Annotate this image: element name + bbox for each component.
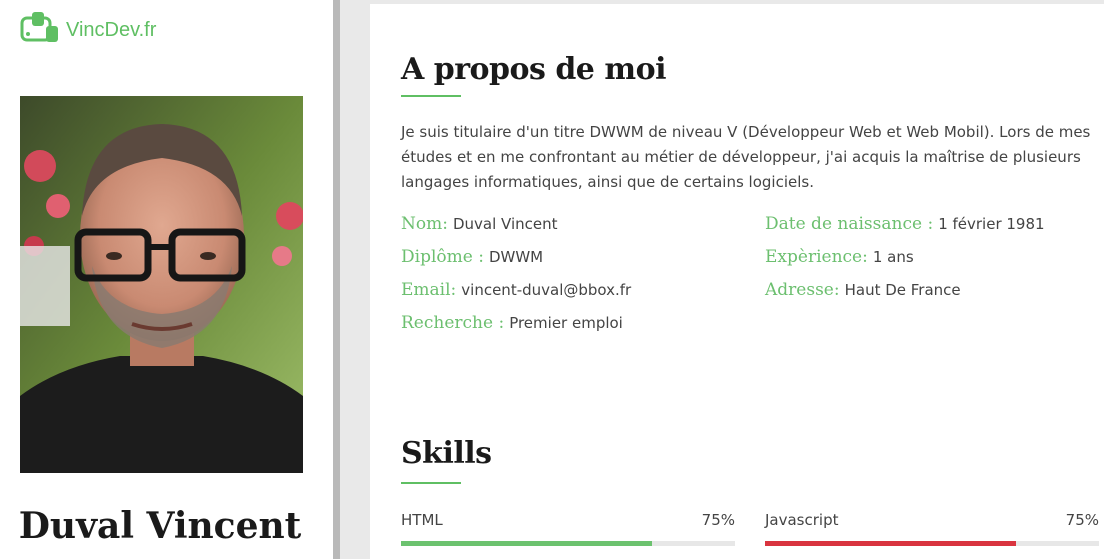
- skill-percent: 75%: [701, 511, 735, 529]
- info-email: Email: vincent-duval@bbox.fr: [401, 280, 631, 300]
- about-title-underline: [401, 95, 461, 97]
- skill-progress-track: [401, 541, 735, 546]
- sidebar: VincDev.fr Duval Vincent: [0, 0, 333, 559]
- content-gutter: [340, 0, 370, 559]
- info-value: Premier emploi: [509, 314, 623, 332]
- info-search: Recherche : Premier emploi: [401, 313, 623, 333]
- logo-text: VincDev.fr: [66, 18, 157, 41]
- about-title: A propos de moi: [401, 52, 667, 87]
- skill-name: Javascript: [765, 511, 839, 529]
- main-content: A propos de moi Je suis titulaire d'un t…: [370, 4, 1104, 559]
- info-label: Email:: [401, 280, 457, 300]
- profile-photo: [20, 96, 303, 473]
- skill-name: HTML: [401, 511, 443, 529]
- skills-title-underline: [401, 482, 461, 484]
- info-value: Haut De France: [844, 281, 961, 299]
- info-value: DWWM: [488, 248, 544, 266]
- info-label: Date de naissance :: [765, 214, 934, 234]
- info-label: Recherche :: [401, 313, 505, 333]
- info-label: Adresse:: [765, 280, 840, 300]
- info-value[interactable]: vincent-duval@bbox.fr: [461, 281, 631, 299]
- skill-javascript: Javascript 75%: [765, 511, 1099, 546]
- info-label: Expèrience:: [765, 247, 868, 267]
- info-value: Duval Vincent: [452, 215, 558, 233]
- device-brand-icon: [18, 10, 60, 50]
- profile-name: Duval Vincent: [18, 505, 302, 547]
- skill-progress-fill: [401, 541, 652, 546]
- info-value: 1 ans: [872, 248, 914, 266]
- info-name: Nom: Duval Vincent: [401, 214, 558, 234]
- info-address: Adresse: Haut De France: [765, 280, 961, 300]
- about-text: Je suis titulaire d'un titre DWWM de niv…: [401, 123, 1091, 191]
- info-label: Diplôme :: [401, 247, 484, 267]
- info-diploma: Diplôme : DWWM: [401, 247, 543, 267]
- skill-progress-track: [765, 541, 1099, 546]
- info-birthdate: Date de naissance : 1 février 1981: [765, 214, 1045, 234]
- info-label: Nom:: [401, 214, 448, 234]
- skill-html: HTML 75%: [401, 511, 735, 546]
- skills-title: Skills: [401, 436, 492, 471]
- info-experience: Expèrience: 1 ans: [765, 247, 914, 267]
- sidebar-divider: [333, 0, 340, 559]
- site-logo[interactable]: VincDev.fr: [18, 10, 156, 50]
- info-value: 1 février 1981: [938, 215, 1045, 233]
- skill-percent: 75%: [1065, 511, 1099, 529]
- skill-progress-fill: [765, 541, 1016, 546]
